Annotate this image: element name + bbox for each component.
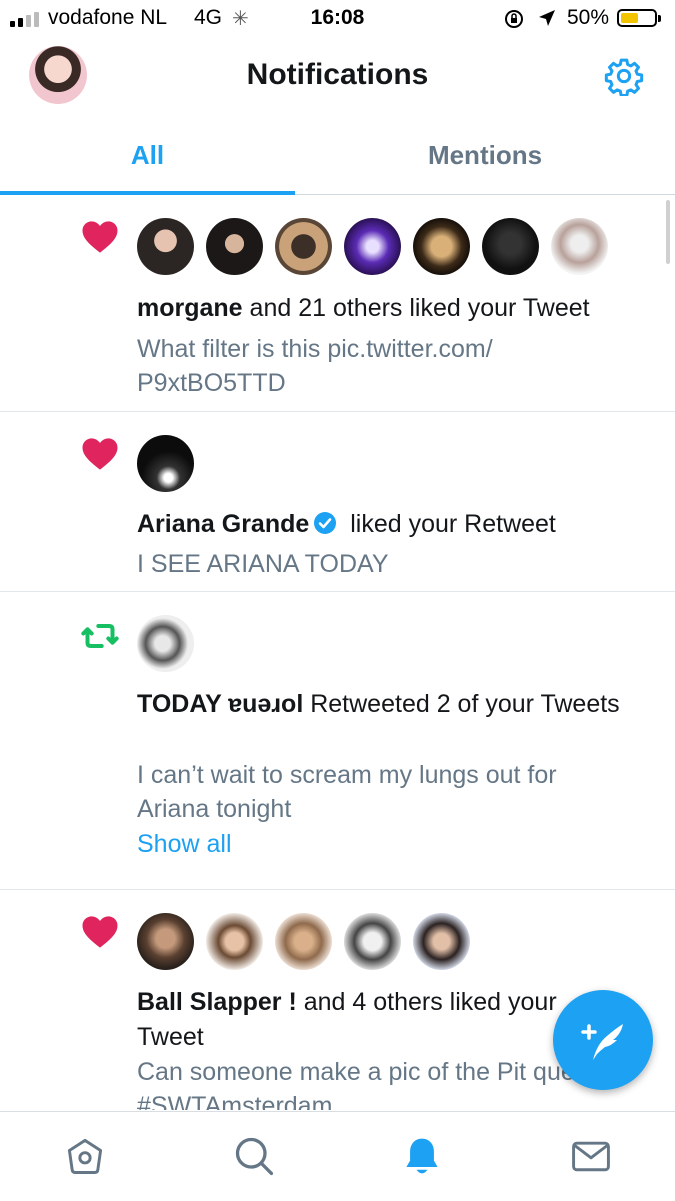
tab-mentions[interactable]: Mentions bbox=[295, 140, 675, 171]
avatar[interactable] bbox=[482, 218, 539, 275]
compose-tweet-button[interactable] bbox=[553, 990, 653, 1090]
tweet-preview: I SEE ARIANA TODAY bbox=[137, 550, 389, 578]
tweet-preview: What filter is this pic.twitter.com/ P9x… bbox=[137, 335, 493, 397]
battery-percent: 50% bbox=[567, 6, 610, 29]
battery-icon bbox=[617, 9, 661, 27]
page-title: Notifications bbox=[246, 58, 429, 91]
home-icon[interactable] bbox=[63, 1134, 107, 1178]
notification-tabs: All Mentions bbox=[0, 118, 675, 195]
tweet-preview: Can someone make a pic of the Pit queue.… bbox=[137, 1058, 610, 1110]
avatar[interactable] bbox=[551, 218, 608, 275]
retweet-icon bbox=[81, 624, 119, 648]
notification-item[interactable]: TODAY ɐuǝɹol Retweeted 2 of your Tweets … bbox=[0, 592, 675, 890]
notification-text: Ariana Grande liked your Retweet bbox=[137, 507, 645, 542]
avatar[interactable] bbox=[137, 218, 194, 275]
bell-icon[interactable] bbox=[400, 1134, 444, 1178]
avatar[interactable] bbox=[413, 913, 470, 970]
avatar[interactable] bbox=[275, 913, 332, 970]
avatar[interactable] bbox=[206, 218, 263, 275]
compose-tweet-icon bbox=[581, 1024, 623, 1060]
avatar[interactable] bbox=[344, 218, 401, 275]
search-icon[interactable] bbox=[232, 1134, 276, 1178]
liker-avatars bbox=[137, 218, 608, 275]
bottom-nav bbox=[0, 1111, 675, 1201]
gear-icon[interactable] bbox=[604, 56, 644, 96]
liker-avatars bbox=[137, 435, 194, 492]
actor-name[interactable]: Ball Slapper ! bbox=[137, 988, 297, 1016]
avatar[interactable] bbox=[275, 218, 332, 275]
avatar[interactable] bbox=[137, 913, 194, 970]
avatar[interactable] bbox=[206, 913, 263, 970]
show-all-link[interactable]: Show all bbox=[137, 830, 232, 859]
actor-name[interactable]: morgane bbox=[137, 294, 243, 322]
heart-icon bbox=[82, 221, 118, 253]
notifications-feed: morgane and 21 others liked your Tweet W… bbox=[0, 195, 675, 1110]
avatar[interactable] bbox=[137, 435, 194, 492]
notification-text: Ball Slapper ! and 4 others liked your T… bbox=[137, 985, 577, 1055]
verified-badge-icon bbox=[314, 512, 337, 534]
notification-text: TODAY ɐuǝɹol Retweeted 2 of your Tweets bbox=[137, 687, 645, 722]
notification-text: morgane and 21 others liked your Tweet bbox=[137, 291, 645, 326]
retweeter-avatars bbox=[137, 615, 194, 672]
notification-item[interactable]: Ariana Grande liked your Retweet I SEE A… bbox=[0, 412, 675, 592]
orientation-lock-icon bbox=[505, 10, 523, 28]
header: Notifications bbox=[0, 40, 675, 114]
avatar[interactable] bbox=[413, 218, 470, 275]
actor-name[interactable]: Ariana Grande bbox=[137, 510, 309, 538]
action-text: Retweeted 2 of your Tweets bbox=[303, 690, 620, 718]
heart-icon bbox=[82, 438, 118, 470]
action-text: liked your Retweet bbox=[343, 510, 556, 538]
actor-name[interactable]: TODAY ɐuǝɹol bbox=[137, 690, 303, 718]
status-bar: vodafone NL 4G ✳ 16:08 50% bbox=[0, 0, 675, 38]
avatar[interactable] bbox=[137, 615, 194, 672]
liker-avatars bbox=[137, 913, 470, 970]
heart-icon bbox=[82, 916, 118, 948]
location-arrow-icon bbox=[539, 10, 555, 26]
notification-item[interactable]: morgane and 21 others liked your Tweet W… bbox=[0, 195, 675, 412]
tweet-preview: I can’t wait to scream my lungs out for … bbox=[137, 761, 557, 823]
action-text: and 21 others liked your Tweet bbox=[242, 294, 590, 322]
avatar[interactable] bbox=[344, 913, 401, 970]
mail-icon[interactable] bbox=[569, 1134, 613, 1178]
tab-all[interactable]: All bbox=[0, 140, 295, 171]
